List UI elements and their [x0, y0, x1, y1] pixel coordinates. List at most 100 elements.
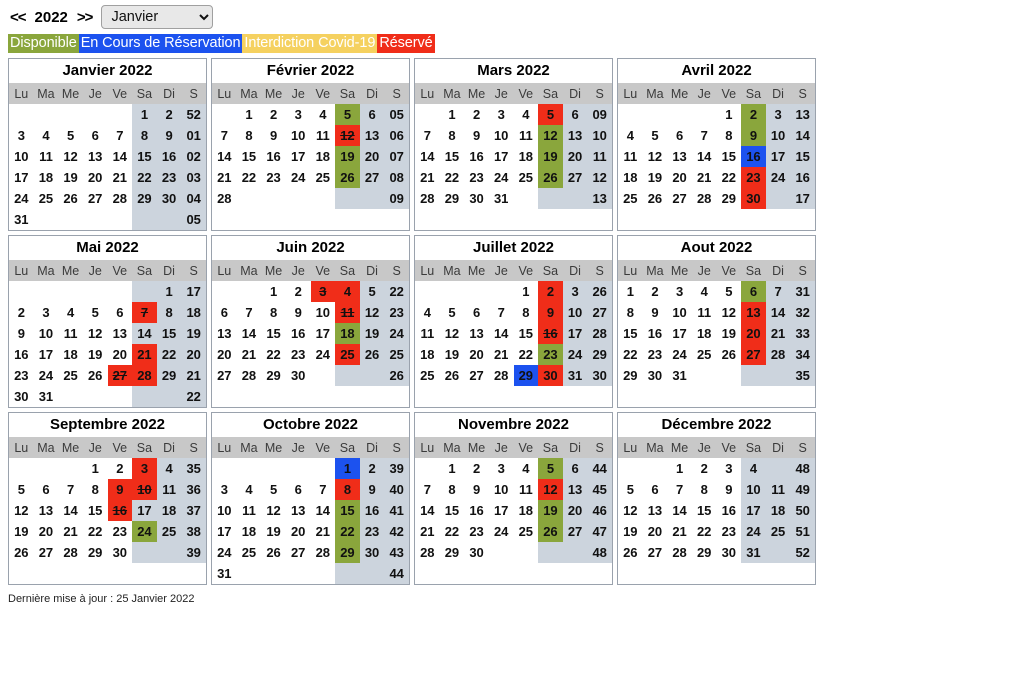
day-cell[interactable]: 14 — [237, 323, 262, 344]
day-cell[interactable]: 3 — [132, 458, 157, 479]
day-cell[interactable]: 30 — [286, 365, 311, 386]
day-cell[interactable]: 2 — [359, 458, 385, 479]
day-cell[interactable]: 12 — [9, 500, 34, 521]
day-cell[interactable]: 8 — [514, 302, 539, 323]
day-cell[interactable]: 3 — [310, 281, 336, 302]
day-cell[interactable]: 23 — [9, 365, 34, 386]
day-cell[interactable]: 3 — [212, 479, 237, 500]
day-cell[interactable]: 8 — [717, 125, 742, 146]
day-cell[interactable]: 12 — [538, 125, 563, 146]
day-cell[interactable]: 28 — [311, 542, 336, 563]
day-cell[interactable]: 14 — [415, 146, 440, 167]
day-cell[interactable]: 16 — [286, 323, 311, 344]
day-cell[interactable]: 26 — [643, 188, 668, 209]
day-cell[interactable]: 18 — [34, 167, 59, 188]
day-cell[interactable]: 10 — [9, 146, 34, 167]
day-cell[interactable]: 23 — [643, 344, 668, 365]
day-cell[interactable]: 6 — [34, 479, 59, 500]
day-cell[interactable]: 23 — [286, 344, 311, 365]
day-cell[interactable]: 17 — [489, 500, 514, 521]
day-cell[interactable]: 17 — [667, 323, 692, 344]
day-cell[interactable]: 16 — [643, 323, 668, 344]
day-cell[interactable]: 28 — [212, 188, 237, 209]
day-cell[interactable]: 23 — [261, 167, 286, 188]
day-cell[interactable]: 11 — [618, 146, 643, 167]
day-cell[interactable]: 11 — [335, 302, 360, 323]
day-cell[interactable]: 24 — [286, 167, 311, 188]
day-cell[interactable]: 5 — [58, 125, 83, 146]
day-cell[interactable]: 10 — [489, 479, 514, 500]
day-cell[interactable]: 26 — [717, 344, 742, 365]
day-cell[interactable]: 13 — [667, 146, 692, 167]
day-cell[interactable]: 1 — [261, 281, 286, 302]
day-cell[interactable]: 8 — [83, 479, 108, 500]
day-cell[interactable]: 29 — [156, 365, 182, 386]
day-cell[interactable]: 31 — [212, 563, 237, 584]
day-cell[interactable]: 26 — [9, 542, 34, 563]
day-cell[interactable]: 13 — [83, 146, 108, 167]
day-cell[interactable]: 2 — [286, 281, 311, 302]
day-cell[interactable]: 1 — [83, 458, 108, 479]
day-cell[interactable]: 21 — [58, 521, 83, 542]
day-cell[interactable]: 13 — [286, 500, 311, 521]
day-cell[interactable]: 1 — [440, 458, 465, 479]
day-cell[interactable]: 5 — [83, 302, 108, 323]
day-cell[interactable]: 12 — [58, 146, 83, 167]
day-cell[interactable]: 24 — [489, 521, 514, 542]
day-cell[interactable]: 28 — [415, 542, 440, 563]
day-cell[interactable]: 6 — [212, 302, 237, 323]
day-cell[interactable]: 16 — [464, 146, 489, 167]
day-cell[interactable]: 26 — [359, 344, 385, 365]
day-cell[interactable]: 12 — [335, 125, 360, 146]
day-cell[interactable]: 14 — [667, 500, 692, 521]
day-cell[interactable]: 30 — [538, 365, 563, 386]
day-cell[interactable]: 11 — [34, 146, 59, 167]
day-cell[interactable]: 31 — [667, 365, 692, 386]
day-cell[interactable]: 2 — [108, 458, 133, 479]
day-cell[interactable]: 24 — [212, 542, 237, 563]
day-cell[interactable]: 30 — [464, 542, 489, 563]
day-cell[interactable]: 21 — [108, 167, 133, 188]
day-cell[interactable]: 28 — [58, 542, 83, 563]
day-cell[interactable]: 19 — [83, 344, 108, 365]
day-cell[interactable]: 11 — [156, 479, 182, 500]
day-cell[interactable]: 4 — [741, 458, 766, 479]
day-cell[interactable]: 11 — [765, 479, 791, 500]
day-cell[interactable]: 15 — [440, 500, 465, 521]
day-cell[interactable]: 16 — [9, 344, 34, 365]
day-cell[interactable]: 2 — [643, 281, 668, 302]
day-cell[interactable]: 17 — [765, 146, 791, 167]
day-cell[interactable]: 7 — [415, 479, 440, 500]
day-cell[interactable]: 6 — [108, 302, 133, 323]
day-cell[interactable]: 4 — [335, 281, 360, 302]
day-cell[interactable]: 20 — [34, 521, 59, 542]
day-cell[interactable]: 23 — [538, 344, 563, 365]
day-cell[interactable]: 21 — [489, 344, 514, 365]
day-cell[interactable]: 12 — [643, 146, 668, 167]
day-cell[interactable]: 26 — [261, 542, 286, 563]
day-cell[interactable]: 19 — [58, 167, 83, 188]
day-cell[interactable]: 1 — [335, 458, 360, 479]
day-cell[interactable]: 25 — [156, 521, 182, 542]
day-cell[interactable]: 15 — [514, 323, 539, 344]
day-cell[interactable]: 3 — [717, 458, 742, 479]
day-cell[interactable]: 23 — [156, 167, 182, 188]
day-cell[interactable]: 18 — [335, 323, 360, 344]
day-cell[interactable]: 14 — [489, 323, 514, 344]
day-cell[interactable]: 12 — [359, 302, 385, 323]
day-cell[interactable]: 22 — [514, 344, 539, 365]
day-cell[interactable]: 7 — [58, 479, 83, 500]
day-cell[interactable]: 19 — [359, 323, 385, 344]
day-cell[interactable]: 7 — [667, 479, 692, 500]
day-cell[interactable]: 23 — [464, 521, 489, 542]
day-cell[interactable]: 15 — [132, 146, 157, 167]
day-cell[interactable]: 7 — [765, 281, 791, 302]
day-cell[interactable]: 21 — [212, 167, 237, 188]
day-cell[interactable]: 20 — [643, 521, 668, 542]
day-cell[interactable]: 9 — [9, 323, 34, 344]
day-cell[interactable]: 18 — [765, 500, 791, 521]
day-cell[interactable]: 20 — [286, 521, 311, 542]
day-cell[interactable]: 20 — [562, 500, 588, 521]
day-cell[interactable]: 1 — [237, 104, 262, 125]
day-cell[interactable]: 15 — [717, 146, 742, 167]
